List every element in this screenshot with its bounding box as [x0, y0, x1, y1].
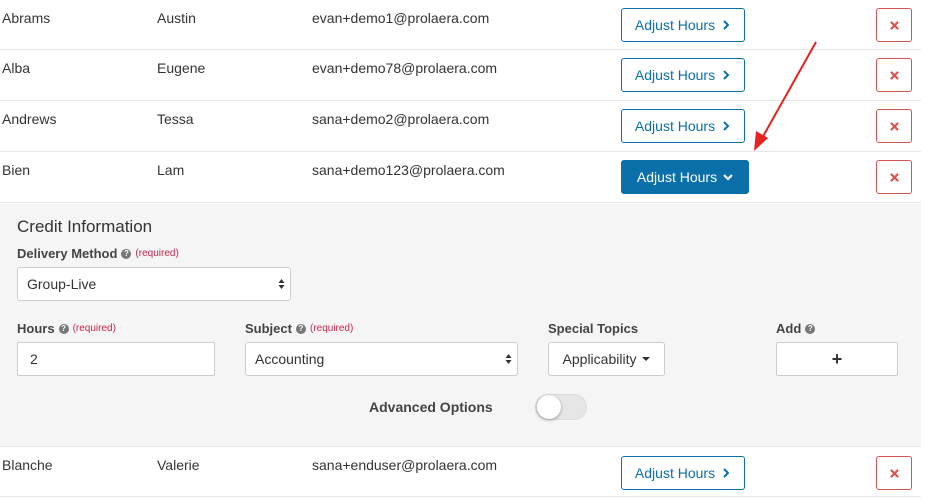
special-topics-label: Special Topics — [548, 321, 638, 336]
select-arrows-icon — [505, 354, 512, 364]
last-name: Alba — [2, 60, 31, 76]
applicability-label: Applicability — [562, 351, 637, 367]
required-tag: (required) — [135, 248, 179, 259]
email: sana+enduser@prolaera.com — [312, 457, 498, 473]
first-name: Austin — [157, 10, 196, 26]
chevron-right-icon — [723, 468, 730, 478]
help-icon[interactable]: ? — [58, 323, 69, 334]
first-name: Eugene — [157, 60, 206, 76]
users-table: Abrams Austin evan+demo1@prolaera.com Ad… — [0, 0, 921, 203]
delivery-method-value: Group-Live — [27, 276, 97, 292]
delete-row-button[interactable] — [876, 160, 912, 194]
adjust-hours-label: Adjust Hours — [634, 465, 716, 481]
close-icon — [889, 172, 899, 182]
add-label-text: Add — [776, 321, 802, 336]
delete-row-button[interactable] — [876, 109, 912, 143]
add-credit-button[interactable]: + — [776, 342, 898, 376]
table-row: Andrews Tessa sana+demo2@prolaera.com Ad… — [0, 101, 921, 152]
first-name: Tessa — [157, 111, 194, 127]
last-name: Abrams — [2, 10, 51, 26]
close-icon — [889, 20, 899, 30]
delete-row-button[interactable] — [876, 456, 912, 490]
delete-row-button[interactable] — [876, 58, 912, 92]
advanced-options-toggle[interactable] — [535, 394, 587, 420]
table-row: Abrams Austin evan+demo1@prolaera.com Ad… — [0, 0, 921, 50]
email: evan+demo78@prolaera.com — [312, 60, 498, 76]
email: sana+demo123@prolaera.com — [312, 162, 505, 178]
last-name: Andrews — [2, 111, 57, 127]
adjust-hours-label: Adjust Hours — [636, 169, 718, 185]
table-row: Blanche Valerie sana+enduser@prolaera.co… — [0, 447, 921, 497]
delivery-method-label: Delivery Method ? (required) — [17, 246, 179, 261]
first-name: Valerie — [157, 457, 200, 473]
required-tag: (required) — [72, 323, 116, 334]
applicability-dropdown[interactable]: Applicability — [548, 342, 665, 376]
hours-label: Hours ? (required) — [17, 321, 116, 336]
users-table-continued: Blanche Valerie sana+enduser@prolaera.co… — [0, 447, 921, 497]
first-name: Lam — [157, 162, 185, 178]
caret-down-icon — [642, 357, 651, 361]
adjust-hours-label: Adjust Hours — [634, 118, 716, 134]
subject-label: Subject ? (required) — [245, 321, 353, 336]
advanced-options-label: Advanced Options — [369, 399, 493, 415]
adjust-hours-button-active[interactable]: Adjust Hours — [621, 160, 749, 194]
subject-value: Accounting — [255, 351, 325, 367]
adjust-hours-label: Adjust Hours — [634, 17, 716, 33]
hours-input[interactable]: 2 — [17, 342, 215, 376]
plus-icon: + — [831, 348, 843, 369]
chevron-right-icon — [723, 121, 730, 131]
table-row: Alba Eugene evan+demo78@prolaera.com Adj… — [0, 50, 921, 101]
adjust-hours-button[interactable]: Adjust Hours — [621, 109, 745, 143]
chevron-right-icon — [723, 70, 730, 80]
close-icon — [889, 70, 899, 80]
adjust-hours-button[interactable]: Adjust Hours — [621, 456, 745, 490]
credit-information-panel: Credit Information Delivery Method ? (re… — [0, 204, 921, 447]
subject-label-text: Subject — [245, 321, 292, 336]
adjust-hours-button[interactable]: Adjust Hours — [621, 8, 745, 42]
delete-row-button[interactable] — [876, 8, 912, 42]
select-arrows-icon — [278, 279, 285, 289]
delivery-method-select[interactable]: Group-Live — [17, 267, 291, 301]
close-icon — [889, 468, 899, 478]
adjust-hours-button[interactable]: Adjust Hours — [621, 58, 745, 92]
table-row-expanded: Bien Lam sana+demo123@prolaera.com Adjus… — [0, 152, 921, 203]
add-label: Add ? — [776, 321, 816, 336]
subject-select[interactable]: Accounting — [245, 342, 518, 376]
chevron-right-icon — [723, 20, 730, 30]
toggle-knob — [537, 395, 561, 419]
hours-label-text: Hours — [17, 321, 55, 336]
hours-value: 2 — [30, 351, 38, 367]
close-icon — [889, 121, 899, 131]
email: evan+demo1@prolaera.com — [312, 10, 490, 26]
last-name: Blanche — [2, 457, 53, 473]
help-icon[interactable]: ? — [295, 323, 306, 334]
help-icon[interactable]: ? — [121, 248, 132, 259]
adjust-hours-label: Adjust Hours — [634, 67, 716, 83]
last-name: Bien — [2, 162, 31, 178]
required-tag: (required) — [309, 323, 354, 334]
chevron-down-icon — [723, 174, 733, 181]
email: sana+demo2@prolaera.com — [312, 111, 490, 127]
help-icon[interactable]: ? — [805, 323, 816, 334]
delivery-method-label-text: Delivery Method — [17, 246, 118, 261]
special-topics-label-text: Special Topics — [548, 321, 639, 336]
panel-title: Credit Information — [17, 217, 153, 236]
